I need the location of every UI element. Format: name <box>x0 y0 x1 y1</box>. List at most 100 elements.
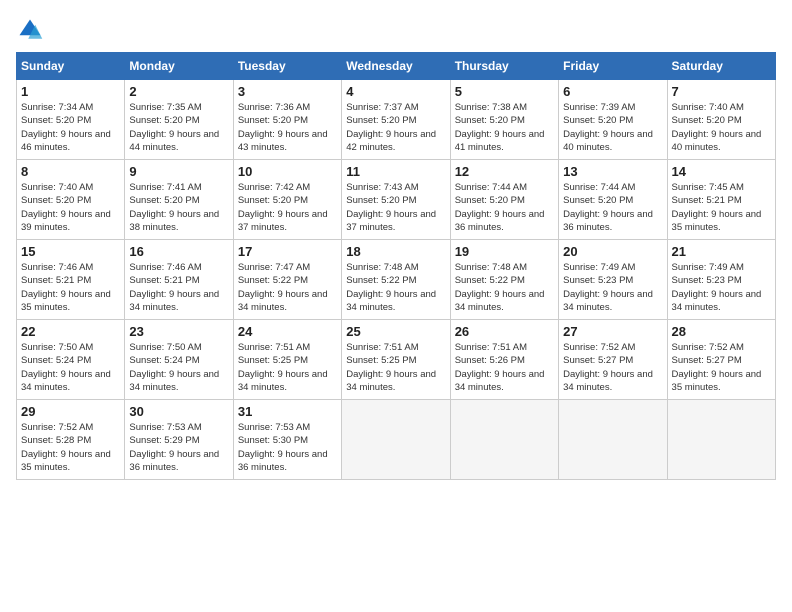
day-info: Sunrise: 7:43 AMSunset: 5:20 PMDaylight:… <box>346 181 445 234</box>
calendar-cell: 12 Sunrise: 7:44 AMSunset: 5:20 PMDaylig… <box>450 160 558 240</box>
calendar-cell: 8 Sunrise: 7:40 AMSunset: 5:20 PMDayligh… <box>17 160 125 240</box>
day-number: 4 <box>346 84 445 99</box>
day-number: 21 <box>672 244 771 259</box>
day-info: Sunrise: 7:46 AMSunset: 5:21 PMDaylight:… <box>21 261 120 314</box>
calendar-cell: 25 Sunrise: 7:51 AMSunset: 5:25 PMDaylig… <box>342 320 450 400</box>
day-info: Sunrise: 7:40 AMSunset: 5:20 PMDaylight:… <box>672 101 771 154</box>
day-info: Sunrise: 7:34 AMSunset: 5:20 PMDaylight:… <box>21 101 120 154</box>
day-info: Sunrise: 7:35 AMSunset: 5:20 PMDaylight:… <box>129 101 228 154</box>
calendar-cell: 6 Sunrise: 7:39 AMSunset: 5:20 PMDayligh… <box>559 80 667 160</box>
day-number: 2 <box>129 84 228 99</box>
day-number: 9 <box>129 164 228 179</box>
calendar-cell: 7 Sunrise: 7:40 AMSunset: 5:20 PMDayligh… <box>667 80 775 160</box>
day-number: 19 <box>455 244 554 259</box>
day-info: Sunrise: 7:53 AMSunset: 5:30 PMDaylight:… <box>238 421 337 474</box>
day-info: Sunrise: 7:50 AMSunset: 5:24 PMDaylight:… <box>129 341 228 394</box>
day-number: 8 <box>21 164 120 179</box>
week-row-3: 15 Sunrise: 7:46 AMSunset: 5:21 PMDaylig… <box>17 240 776 320</box>
day-number: 15 <box>21 244 120 259</box>
day-number: 5 <box>455 84 554 99</box>
day-number: 25 <box>346 324 445 339</box>
day-info: Sunrise: 7:51 AMSunset: 5:26 PMDaylight:… <box>455 341 554 394</box>
day-info: Sunrise: 7:51 AMSunset: 5:25 PMDaylight:… <box>238 341 337 394</box>
calendar-cell: 16 Sunrise: 7:46 AMSunset: 5:21 PMDaylig… <box>125 240 233 320</box>
day-header-sunday: Sunday <box>17 53 125 80</box>
day-info: Sunrise: 7:46 AMSunset: 5:21 PMDaylight:… <box>129 261 228 314</box>
calendar-cell: 19 Sunrise: 7:48 AMSunset: 5:22 PMDaylig… <box>450 240 558 320</box>
day-number: 31 <box>238 404 337 419</box>
calendar-table: SundayMondayTuesdayWednesdayThursdayFrid… <box>16 52 776 480</box>
day-number: 6 <box>563 84 662 99</box>
calendar-cell: 11 Sunrise: 7:43 AMSunset: 5:20 PMDaylig… <box>342 160 450 240</box>
day-info: Sunrise: 7:53 AMSunset: 5:29 PMDaylight:… <box>129 421 228 474</box>
calendar-cell: 26 Sunrise: 7:51 AMSunset: 5:26 PMDaylig… <box>450 320 558 400</box>
day-number: 22 <box>21 324 120 339</box>
calendar-cell <box>667 400 775 480</box>
day-number: 29 <box>21 404 120 419</box>
calendar-cell: 29 Sunrise: 7:52 AMSunset: 5:28 PMDaylig… <box>17 400 125 480</box>
calendar-cell: 5 Sunrise: 7:38 AMSunset: 5:20 PMDayligh… <box>450 80 558 160</box>
calendar-cell: 14 Sunrise: 7:45 AMSunset: 5:21 PMDaylig… <box>667 160 775 240</box>
day-number: 24 <box>238 324 337 339</box>
day-info: Sunrise: 7:45 AMSunset: 5:21 PMDaylight:… <box>672 181 771 234</box>
day-info: Sunrise: 7:44 AMSunset: 5:20 PMDaylight:… <box>563 181 662 234</box>
calendar-cell <box>559 400 667 480</box>
calendar-cell: 9 Sunrise: 7:41 AMSunset: 5:20 PMDayligh… <box>125 160 233 240</box>
day-info: Sunrise: 7:40 AMSunset: 5:20 PMDaylight:… <box>21 181 120 234</box>
day-number: 13 <box>563 164 662 179</box>
day-info: Sunrise: 7:36 AMSunset: 5:20 PMDaylight:… <box>238 101 337 154</box>
calendar-cell: 2 Sunrise: 7:35 AMSunset: 5:20 PMDayligh… <box>125 80 233 160</box>
day-header-saturday: Saturday <box>667 53 775 80</box>
day-header-friday: Friday <box>559 53 667 80</box>
day-header-tuesday: Tuesday <box>233 53 341 80</box>
day-number: 30 <box>129 404 228 419</box>
day-header-thursday: Thursday <box>450 53 558 80</box>
day-info: Sunrise: 7:44 AMSunset: 5:20 PMDaylight:… <box>455 181 554 234</box>
day-number: 23 <box>129 324 228 339</box>
day-info: Sunrise: 7:51 AMSunset: 5:25 PMDaylight:… <box>346 341 445 394</box>
logo <box>16 16 48 44</box>
calendar-cell: 22 Sunrise: 7:50 AMSunset: 5:24 PMDaylig… <box>17 320 125 400</box>
day-number: 28 <box>672 324 771 339</box>
day-number: 14 <box>672 164 771 179</box>
calendar-cell: 21 Sunrise: 7:49 AMSunset: 5:23 PMDaylig… <box>667 240 775 320</box>
day-info: Sunrise: 7:52 AMSunset: 5:28 PMDaylight:… <box>21 421 120 474</box>
day-number: 10 <box>238 164 337 179</box>
day-number: 27 <box>563 324 662 339</box>
day-number: 20 <box>563 244 662 259</box>
header <box>16 16 776 44</box>
day-info: Sunrise: 7:52 AMSunset: 5:27 PMDaylight:… <box>672 341 771 394</box>
day-number: 1 <box>21 84 120 99</box>
day-number: 17 <box>238 244 337 259</box>
week-row-1: 1 Sunrise: 7:34 AMSunset: 5:20 PMDayligh… <box>17 80 776 160</box>
calendar-cell: 1 Sunrise: 7:34 AMSunset: 5:20 PMDayligh… <box>17 80 125 160</box>
calendar-cell: 28 Sunrise: 7:52 AMSunset: 5:27 PMDaylig… <box>667 320 775 400</box>
day-header-wednesday: Wednesday <box>342 53 450 80</box>
calendar-cell: 23 Sunrise: 7:50 AMSunset: 5:24 PMDaylig… <box>125 320 233 400</box>
week-row-2: 8 Sunrise: 7:40 AMSunset: 5:20 PMDayligh… <box>17 160 776 240</box>
day-number: 11 <box>346 164 445 179</box>
calendar-cell <box>450 400 558 480</box>
day-number: 7 <box>672 84 771 99</box>
week-row-5: 29 Sunrise: 7:52 AMSunset: 5:28 PMDaylig… <box>17 400 776 480</box>
day-info: Sunrise: 7:52 AMSunset: 5:27 PMDaylight:… <box>563 341 662 394</box>
day-info: Sunrise: 7:42 AMSunset: 5:20 PMDaylight:… <box>238 181 337 234</box>
calendar-cell: 30 Sunrise: 7:53 AMSunset: 5:29 PMDaylig… <box>125 400 233 480</box>
week-row-4: 22 Sunrise: 7:50 AMSunset: 5:24 PMDaylig… <box>17 320 776 400</box>
day-number: 16 <box>129 244 228 259</box>
calendar-cell: 10 Sunrise: 7:42 AMSunset: 5:20 PMDaylig… <box>233 160 341 240</box>
calendar-cell: 24 Sunrise: 7:51 AMSunset: 5:25 PMDaylig… <box>233 320 341 400</box>
day-info: Sunrise: 7:49 AMSunset: 5:23 PMDaylight:… <box>563 261 662 314</box>
day-info: Sunrise: 7:48 AMSunset: 5:22 PMDaylight:… <box>455 261 554 314</box>
day-info: Sunrise: 7:47 AMSunset: 5:22 PMDaylight:… <box>238 261 337 314</box>
calendar-cell: 31 Sunrise: 7:53 AMSunset: 5:30 PMDaylig… <box>233 400 341 480</box>
calendar-cell: 18 Sunrise: 7:48 AMSunset: 5:22 PMDaylig… <box>342 240 450 320</box>
day-number: 3 <box>238 84 337 99</box>
calendar-cell: 20 Sunrise: 7:49 AMSunset: 5:23 PMDaylig… <box>559 240 667 320</box>
day-info: Sunrise: 7:49 AMSunset: 5:23 PMDaylight:… <box>672 261 771 314</box>
day-info: Sunrise: 7:39 AMSunset: 5:20 PMDaylight:… <box>563 101 662 154</box>
day-number: 18 <box>346 244 445 259</box>
day-info: Sunrise: 7:48 AMSunset: 5:22 PMDaylight:… <box>346 261 445 314</box>
calendar-cell: 13 Sunrise: 7:44 AMSunset: 5:20 PMDaylig… <box>559 160 667 240</box>
calendar-cell: 3 Sunrise: 7:36 AMSunset: 5:20 PMDayligh… <box>233 80 341 160</box>
